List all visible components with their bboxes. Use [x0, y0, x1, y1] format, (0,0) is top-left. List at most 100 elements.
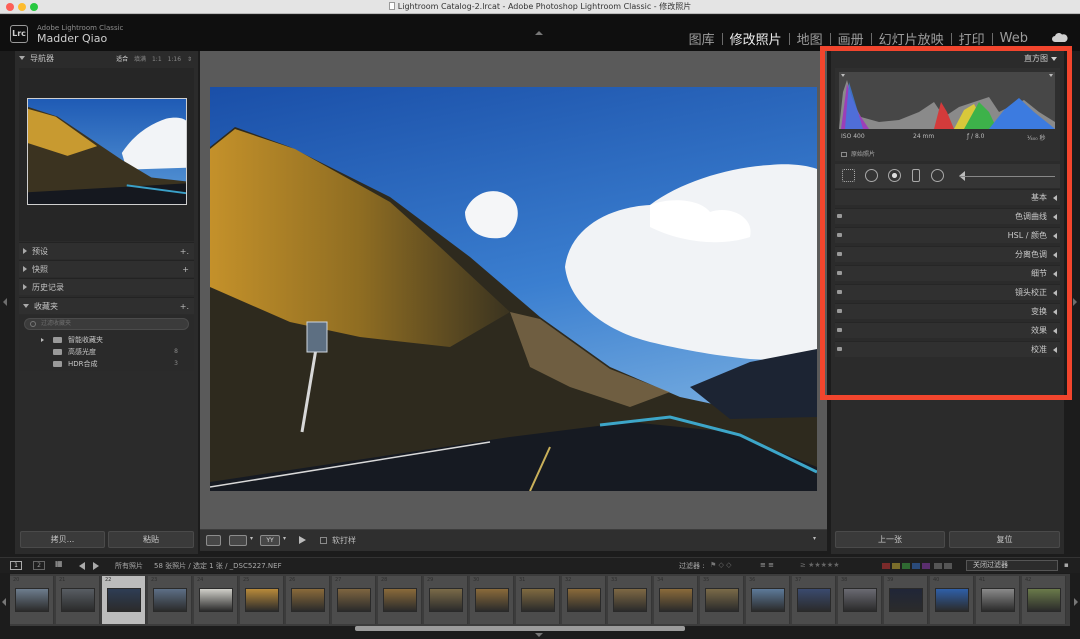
filmstrip-thumbnail[interactable]: [797, 588, 831, 612]
filmstrip-thumbnail[interactable]: [337, 588, 371, 612]
filmstrip-thumbnail[interactable]: [153, 588, 187, 612]
filmstrip-cell[interactable]: 21: [56, 576, 100, 624]
collapse-right-panel-icon[interactable]: [1073, 298, 1077, 306]
filmstrip-cell[interactable]: 28: [378, 576, 422, 624]
yellow-label-filter[interactable]: [892, 563, 900, 569]
filmstrip-thumbnail[interactable]: [107, 588, 141, 612]
filmstrip-scroll-right-icon[interactable]: [1074, 598, 1078, 606]
filmstrip-cell[interactable]: 30: [470, 576, 514, 624]
filmstrip-thumbnail[interactable]: [429, 588, 463, 612]
filmstrip-cell[interactable]: 23: [148, 576, 192, 624]
filmstrip-thumbnail[interactable]: [521, 588, 555, 612]
filter-lock-icon[interactable]: ▪: [1064, 561, 1069, 569]
flag-filter-icon[interactable]: ⚑ ◇ ◇: [710, 561, 732, 569]
rating-filter-icon[interactable]: ≡ ≡: [760, 561, 774, 569]
red-label-filter[interactable]: [882, 563, 890, 569]
filmstrip-cell[interactable]: 34: [654, 576, 698, 624]
filmstrip-thumbnail[interactable]: [567, 588, 601, 612]
no-label-filter[interactable]: [934, 563, 942, 569]
blue-label-filter[interactable]: [912, 563, 920, 569]
filmstrip-cell[interactable]: 25: [240, 576, 284, 624]
filmstrip-cell[interactable]: 24: [194, 576, 238, 624]
custom-label-filter[interactable]: [944, 563, 952, 569]
filmstrip-thumbnail[interactable]: [889, 588, 923, 612]
filmstrip-cell[interactable]: 32: [562, 576, 606, 624]
back-arrow-icon[interactable]: [79, 562, 85, 570]
toolbar-options-dropdown-icon[interactable]: ▾: [813, 535, 816, 542]
filmstrip-thumbnail[interactable]: [659, 588, 693, 612]
selection-info[interactable]: 58 张照片 / 选定 1 张 / _DSC5227.NEF: [154, 561, 282, 571]
presets-panel-header[interactable]: 预设 +.: [19, 242, 194, 259]
filmstrip-cell[interactable]: 31: [516, 576, 560, 624]
filmstrip-thumbnail[interactable]: [15, 588, 49, 612]
filmstrip-cell[interactable]: 38: [838, 576, 882, 624]
filmstrip-cell[interactable]: 22: [102, 576, 146, 624]
filmstrip-thumbnail[interactable]: [1027, 588, 1061, 612]
collapse-left-panel-icon[interactable]: [3, 298, 7, 306]
forward-arrow-icon[interactable]: [93, 562, 99, 570]
filmstrip-cell[interactable]: 33: [608, 576, 652, 624]
paste-settings-button[interactable]: 粘贴: [108, 531, 194, 548]
filmstrip-thumbnail[interactable]: [935, 588, 969, 612]
filmstrip[interactable]: 20 21 22 23 24 25 26 27 28 29 30 31 32 33 34 35 36 37 38 39…: [10, 574, 1070, 626]
filmstrip-cell[interactable]: 41: [976, 576, 1020, 624]
filmstrip-scrollbar[interactable]: [355, 626, 685, 631]
star-rating-filter[interactable]: ≥ ★★★★★: [800, 561, 839, 569]
copy-settings-button[interactable]: 拷贝...: [20, 531, 105, 548]
navigator-header[interactable]: 导航器 适合 填满 1:1 1:16 ⇕: [19, 53, 194, 67]
filmstrip-cell[interactable]: 26: [286, 576, 330, 624]
zoom-fill[interactable]: 填满: [134, 56, 146, 63]
filmstrip-thumbnail[interactable]: [751, 588, 785, 612]
filmstrip-thumbnail[interactable]: [705, 588, 739, 612]
collection-item[interactable]: 高感光度 8: [19, 346, 194, 358]
filmstrip-thumbnail[interactable]: [981, 588, 1015, 612]
before-after-view-button[interactable]: [229, 535, 247, 546]
collections-panel-header[interactable]: 收藏夹 +.: [19, 297, 194, 314]
filmstrip-cell[interactable]: 37: [792, 576, 836, 624]
collapse-bottom-panel-icon[interactable]: [535, 633, 543, 637]
module-develop[interactable]: 修改照片: [723, 29, 789, 48]
filmstrip-cell[interactable]: 40: [930, 576, 974, 624]
zoom-stepper-icon[interactable]: ⇕: [187, 56, 192, 63]
module-web[interactable]: Web: [993, 31, 1035, 46]
filmstrip-thumbnail[interactable]: [613, 588, 647, 612]
zoom-fit[interactable]: 适合: [116, 56, 128, 63]
zoom-1-16[interactable]: 1:16: [168, 56, 181, 63]
filter-preset-dropdown[interactable]: 关闭过滤器: [966, 560, 1058, 571]
filmstrip-thumbnail[interactable]: [843, 588, 877, 612]
add-collection-button[interactable]: +.: [180, 298, 189, 315]
filmstrip-cell[interactable]: 42: [1022, 576, 1066, 624]
filmstrip-thumbnail[interactable]: [61, 588, 95, 612]
filmstrip-thumbnail[interactable]: [291, 588, 325, 612]
filmstrip-thumbnail[interactable]: [199, 588, 233, 612]
main-window-button[interactable]: 1: [10, 561, 22, 570]
navigator-preview[interactable]: [19, 68, 194, 241]
mode-dropdown-icon[interactable]: ▾: [283, 535, 286, 542]
green-label-filter[interactable]: [902, 563, 910, 569]
main-photo[interactable]: [210, 87, 817, 491]
add-snapshot-button[interactable]: +: [182, 261, 189, 278]
cloud-icon[interactable]: [1052, 33, 1068, 42]
reset-button[interactable]: 复位: [949, 531, 1060, 548]
collections-filter-input[interactable]: 过滤收藏夹: [24, 318, 189, 330]
collection-item[interactable]: HDR合成 3: [19, 358, 194, 370]
soft-proof-checkbox[interactable]: [320, 537, 327, 544]
history-panel-header[interactable]: 历史记录: [19, 278, 194, 295]
module-library[interactable]: 图库: [682, 29, 722, 48]
collapse-top-panel-icon[interactable]: [535, 31, 543, 35]
navigator-thumbnail[interactable]: [27, 98, 187, 205]
filmstrip-cell[interactable]: 20: [10, 576, 54, 624]
grid-view-icon[interactable]: ▦: [55, 559, 63, 568]
filmstrip-thumbnail[interactable]: [475, 588, 509, 612]
zoom-1-1[interactable]: 1:1: [152, 56, 162, 63]
loupe-view-button[interactable]: [206, 535, 221, 546]
image-canvas[interactable]: [200, 51, 827, 529]
before-after-mode-button[interactable]: YY: [260, 535, 280, 546]
add-preset-button[interactable]: +.: [180, 243, 189, 260]
snapshots-panel-header[interactable]: 快照 +: [19, 260, 194, 277]
filmstrip-thumbnail[interactable]: [245, 588, 279, 612]
filmstrip-scroll-left-icon[interactable]: [2, 598, 6, 606]
filmstrip-cell[interactable]: 27: [332, 576, 376, 624]
source-label[interactable]: 所有照片: [115, 561, 143, 571]
purple-label-filter[interactable]: [922, 563, 930, 569]
